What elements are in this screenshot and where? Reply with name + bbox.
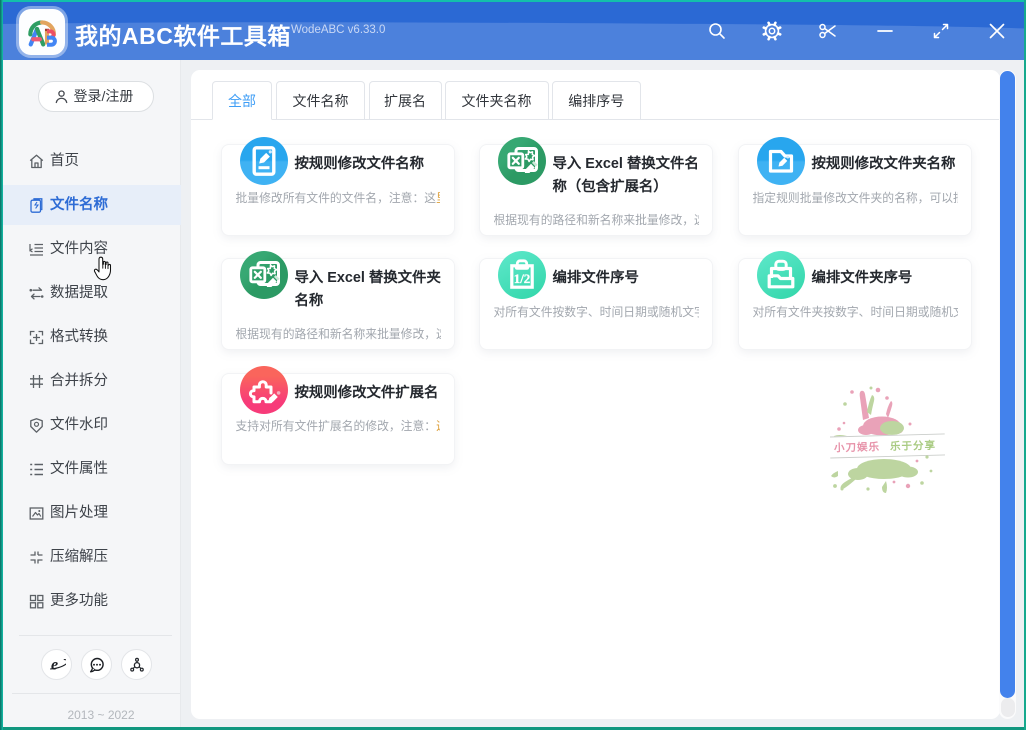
svg-text:乐于分享: 乐于分享	[890, 439, 936, 453]
svg-text:1/2: 1/2	[513, 271, 530, 286]
svg-text:e: e	[51, 657, 58, 674]
svg-text:小刀娱乐: 小刀娱乐	[833, 440, 880, 454]
